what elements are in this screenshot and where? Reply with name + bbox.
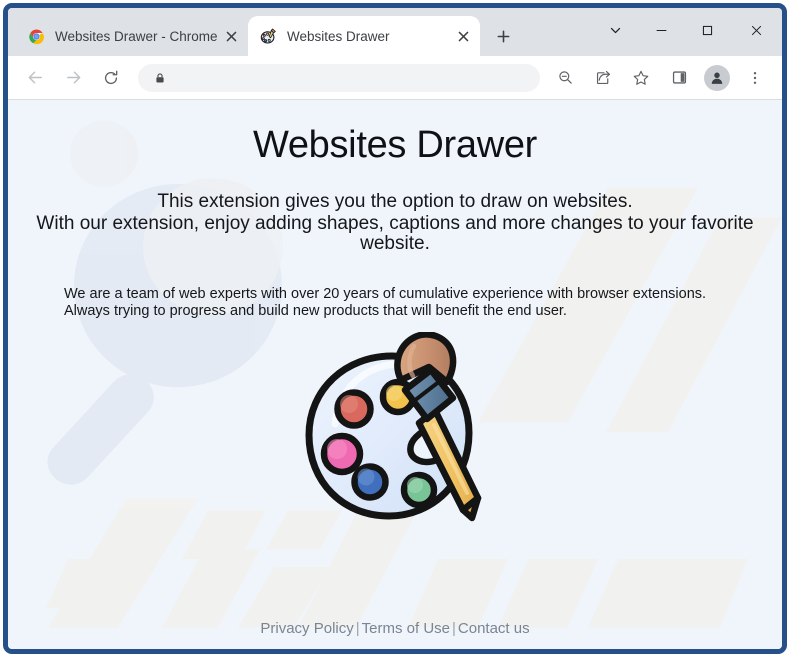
forward-arrow-icon[interactable] (58, 63, 88, 93)
share-icon[interactable] (588, 63, 618, 93)
footer-separator: | (452, 620, 456, 637)
tab-title: Websites Drawer (287, 28, 390, 44)
tab-websites-drawer[interactable]: Websites Drawer (248, 16, 480, 56)
intro-line-1: This extension gives you the option to d… (157, 191, 633, 212)
zoom-out-icon[interactable] (550, 63, 580, 93)
footer-links: Privacy Policy | Terms of Use | Contact us (8, 620, 782, 637)
window-controls (592, 8, 782, 52)
terms-of-use-link[interactable]: Terms of Use (362, 620, 450, 637)
palette-icon (260, 27, 277, 45)
footer-separator: | (355, 620, 360, 637)
intro-line-2: With our extension, enjoy adding shapes,… (36, 213, 754, 255)
intro-text: This extension gives you the option to d… (8, 191, 782, 255)
profile-avatar[interactable] (704, 64, 730, 91)
back-arrow-icon[interactable] (20, 63, 50, 93)
chrome-webstore-icon (28, 28, 45, 45)
tab-title: Websites Drawer - Chrome We (55, 28, 220, 44)
browser-window: Websites Drawer - Chrome Websites Drawer… (3, 3, 787, 654)
tab-search-chevron-down-icon[interactable] (592, 8, 638, 52)
reload-icon[interactable] (96, 63, 126, 93)
close-tab-icon[interactable] (220, 25, 242, 47)
toolbar-actions (546, 63, 774, 93)
close-window-button[interactable] (730, 8, 782, 52)
bookmark-star-icon[interactable] (626, 63, 656, 93)
three-dot-menu-icon[interactable] (740, 63, 770, 93)
tab-list: Websites Drawer - Chrome Websites Drawer (8, 8, 518, 56)
close-tab-icon[interactable] (452, 25, 474, 47)
page-title: Websites Drawer (252, 124, 538, 166)
paint-palette-illustration (295, 332, 495, 562)
about-line-1: We are a team of web experts with over 2… (64, 286, 707, 303)
side-panel-icon[interactable] (664, 63, 694, 93)
about-text: We are a team of web experts with over 2… (8, 286, 782, 320)
tab-websites-drawer-chrome-webstore[interactable]: Websites Drawer - Chrome We (16, 16, 248, 56)
privacy-policy-link[interactable]: Privacy Policy (260, 620, 353, 637)
minimize-button[interactable] (638, 8, 684, 52)
tab-strip: Websites Drawer - Chrome Websites Drawer (8, 8, 782, 56)
contact-us-link[interactable]: Contact us (458, 620, 530, 637)
lock-icon (152, 70, 168, 86)
about-line-2: Always trying to progress and build new … (64, 303, 567, 320)
address-bar[interactable] (138, 63, 540, 92)
browser-toolbar (8, 56, 782, 100)
page-body: Websites Drawer This extension gives you… (8, 100, 782, 649)
new-tab-button[interactable] (488, 21, 518, 51)
maximize-button[interactable] (684, 8, 730, 52)
page-content: Websites Drawer This extension gives you… (8, 100, 782, 649)
